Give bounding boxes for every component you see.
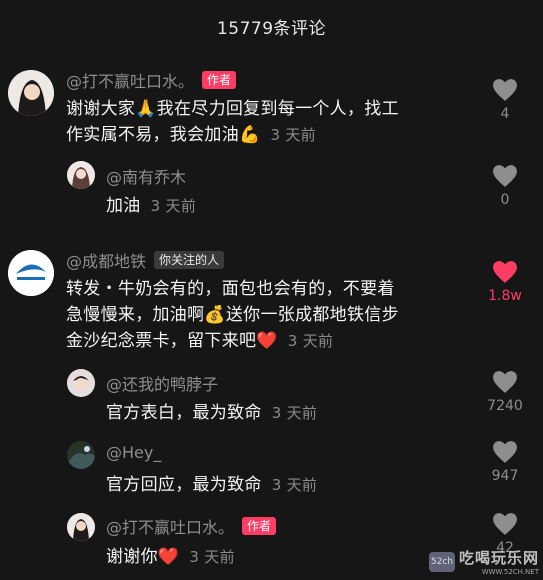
heart-icon[interactable]	[492, 370, 518, 394]
commenter-name[interactable]: @打不赢吐口水。	[66, 68, 194, 92]
comment-text: 转发・牛奶会有的，面包也会有的，不要着 急慢慢来，加油啊💰送你一张成都地铁信步 …	[66, 276, 476, 354]
commenter-name[interactable]: @打不赢吐口水。	[106, 514, 234, 538]
avatar[interactable]	[67, 161, 95, 189]
avatar[interactable]	[67, 513, 95, 541]
comment-text-line: 急慢慢来，加油啊💰送你一张成都地铁信步	[66, 305, 399, 325]
comment-text-line: 金沙纪念票卡，留下来吧❤️	[66, 331, 278, 351]
watermark-text: 吃喝玩乐网 WWW.52CH.NET	[459, 547, 539, 576]
like-button[interactable]: 7240	[485, 370, 525, 414]
heart-icon[interactable]	[492, 78, 518, 102]
heart-icon[interactable]	[492, 512, 518, 536]
comment-text-line: 官方回应，最为致命	[106, 475, 262, 495]
comment-count-title: 15779条评论	[216, 18, 327, 39]
watermark-url: WWW.52CH.NET	[481, 568, 539, 576]
watermark-logo: 52ch	[428, 551, 455, 572]
comment-text: 官方表白，最为致命 3 天前	[106, 400, 317, 426]
reply-item[interactable]: @南有乔木 加油 3 天前 0	[0, 160, 543, 220]
like-count: 7240	[487, 398, 523, 414]
watermark-main: 吃喝玩乐网	[458, 549, 539, 567]
comment-time: 3 天前	[287, 332, 334, 350]
comment-text-line: 谢谢大家🙏我在尽力回复到每一个人，找工	[66, 99, 399, 119]
like-count: 1.8w	[488, 288, 522, 304]
comment-item[interactable]: @成都地铁 你关注的人 转发・牛奶会有的，面包也会有的，不要着 急慢慢来，加油啊…	[0, 248, 543, 358]
commenter-name[interactable]: @成都地铁	[66, 248, 146, 272]
like-count: 4	[500, 106, 510, 122]
comment-header: @成都地铁 你关注的人	[66, 248, 225, 272]
comment-header: @南有乔木	[106, 164, 186, 188]
comment-text-line: 转发・牛奶会有的，面包也会有的，不要着	[66, 279, 395, 299]
like-count: 947	[491, 468, 519, 484]
comment-header: @打不赢吐口水。 作者	[66, 68, 237, 92]
comment-header: @Hey_	[106, 443, 161, 462]
comment-time: 3 天前	[189, 548, 235, 566]
like-button[interactable]: 4	[485, 78, 525, 122]
comment-text: 谢谢你❤️ 3 天前	[106, 544, 235, 570]
comment-text-line: 谢谢你❤️	[106, 547, 180, 567]
commenter-name[interactable]: @南有乔木	[106, 164, 186, 188]
like-count: 0	[500, 192, 510, 208]
comment-item[interactable]: @打不赢吐口水。 作者 谢谢大家🙏我在尽力回复到每一个人，找工 作实属不易，我会…	[0, 68, 543, 148]
comment-text-line: 加油	[106, 196, 141, 216]
heart-icon[interactable]	[492, 260, 518, 284]
reply-item[interactable]: @还我的鸭脖子 官方表白，最为致命 3 天前 7240	[0, 368, 543, 428]
comment-header: @还我的鸭脖子	[106, 371, 218, 395]
like-button[interactable]: 947	[485, 440, 525, 484]
site-watermark: 52ch 吃喝玩乐网 WWW.52CH.NET	[428, 547, 539, 576]
like-button[interactable]: 0	[485, 164, 525, 208]
comment-time: 3 天前	[150, 197, 197, 215]
comment-text-line: 官方表白，最为致命	[106, 403, 262, 423]
comment-header: @打不赢吐口水。 作者	[106, 514, 277, 538]
like-button[interactable]: 1.8w	[485, 260, 525, 304]
comment-text: 谢谢大家🙏我在尽力回复到每一个人，找工 作实属不易，我会加油💪 3 天前	[66, 96, 476, 148]
commenter-name[interactable]: @Hey_	[106, 443, 161, 462]
heart-icon[interactable]	[492, 164, 518, 188]
comments-header: 15779条评论	[0, 0, 543, 52]
avatar[interactable]	[67, 441, 95, 469]
following-badge: 你关注的人	[154, 251, 225, 269]
comment-time: 3 天前	[271, 404, 318, 422]
avatar[interactable]	[67, 369, 95, 397]
heart-icon[interactable]	[492, 440, 518, 464]
author-badge: 作者	[202, 71, 237, 89]
commenter-name[interactable]: @还我的鸭脖子	[106, 371, 218, 395]
comment-text: 官方回应，最为致命 3 天前	[106, 472, 317, 498]
comment-text-line: 作实属不易，我会加油💪	[66, 125, 261, 145]
avatar[interactable]	[8, 250, 54, 296]
avatar[interactable]	[8, 70, 54, 116]
comment-text: 加油 3 天前	[106, 193, 196, 219]
comment-time: 3 天前	[270, 126, 316, 144]
author-badge: 作者	[242, 517, 277, 535]
comment-time: 3 天前	[271, 476, 318, 494]
reply-item[interactable]: @Hey_ 官方回应，最为致命 3 天前 947	[0, 440, 543, 500]
